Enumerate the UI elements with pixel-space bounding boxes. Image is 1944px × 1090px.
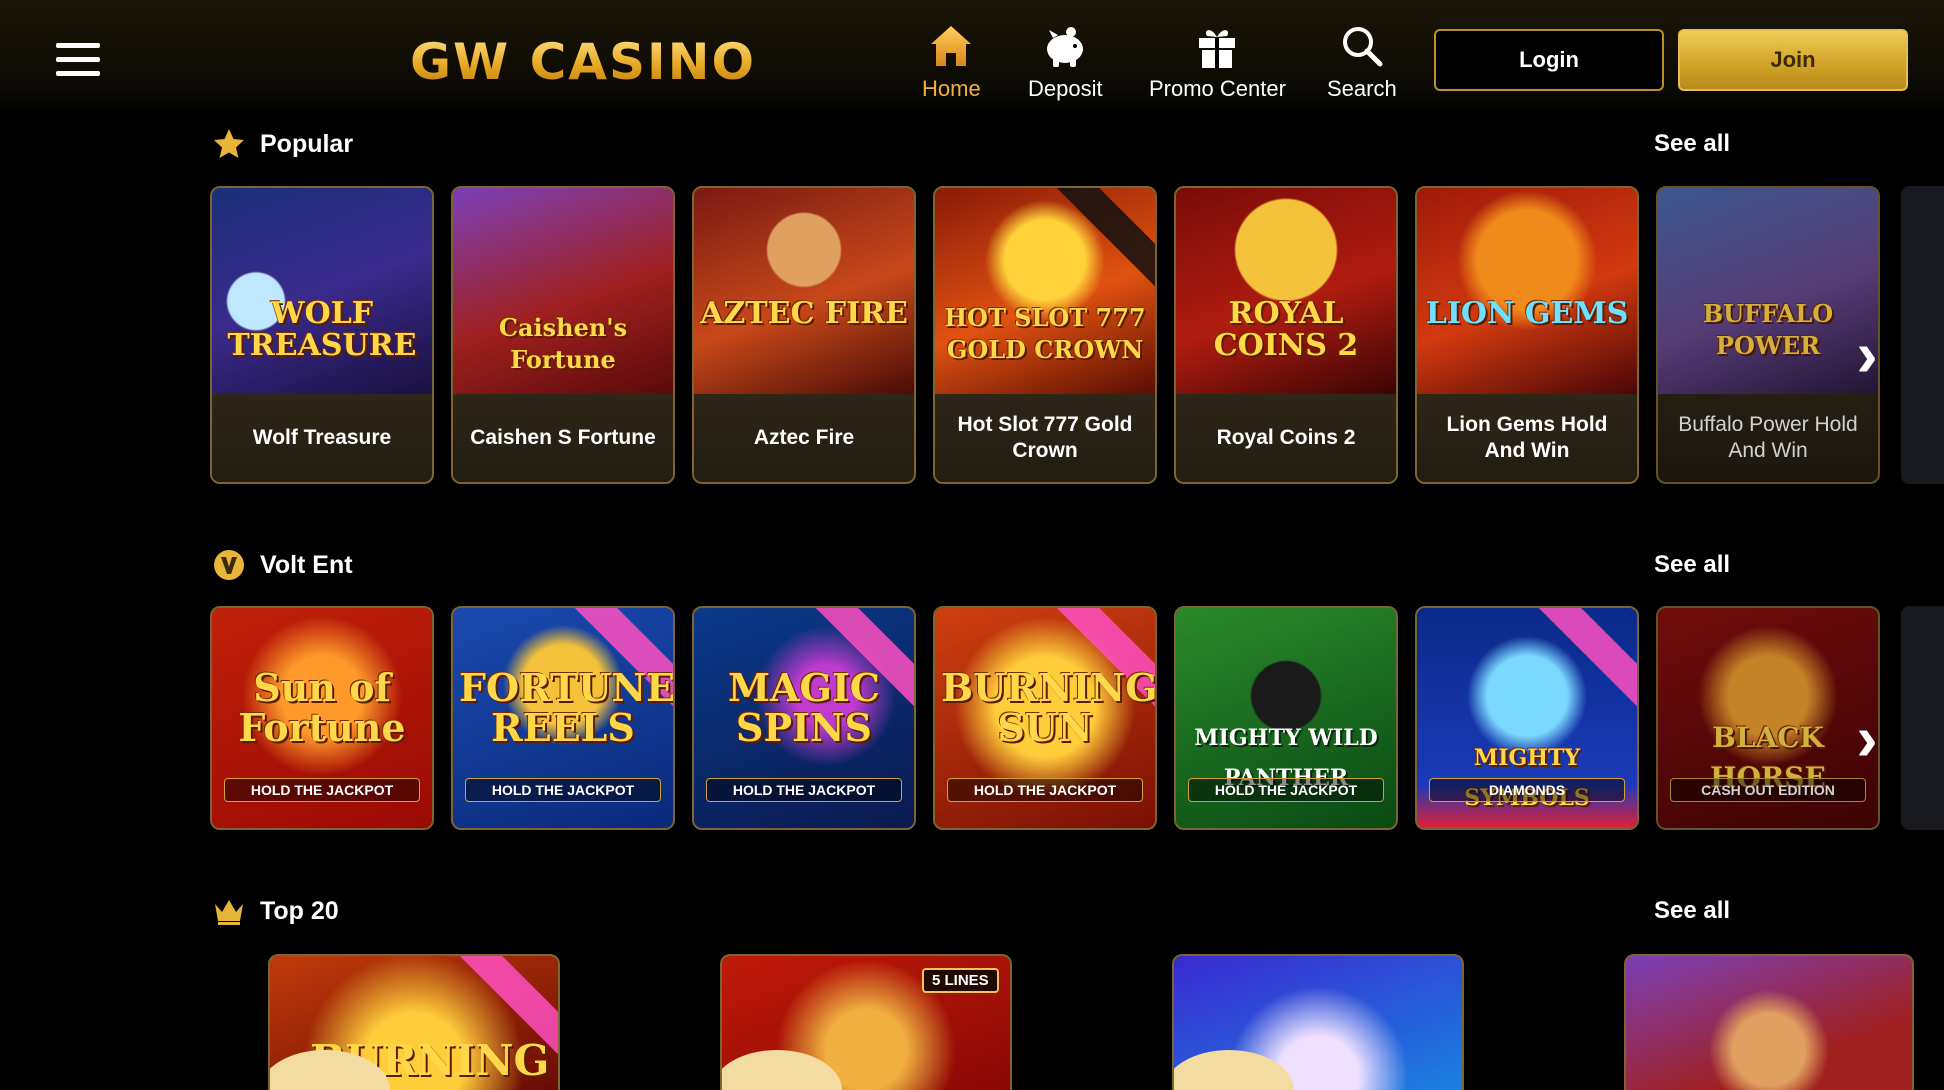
nav-home-label: Home: [922, 76, 981, 101]
game-card-caishen-fortune[interactable]: Caishen's Fortune Caishen S Fortune: [451, 186, 675, 484]
game-subtitle: HOLD THE JACKPOT: [1188, 778, 1384, 802]
crown-icon: [215, 900, 243, 925]
nav-promo-center-label: Promo Center: [1149, 76, 1286, 101]
volt-next-arrow-icon[interactable]: ›: [1848, 698, 1886, 778]
volt-v-icon: [214, 550, 244, 580]
top20-see-all-link[interactable]: See all: [1654, 897, 1730, 925]
popular-section-heading: Popular: [212, 124, 353, 164]
lines-badge: 5 LINES: [922, 968, 999, 993]
game-name: Aztec Fire: [694, 394, 914, 482]
decor-shape: [722, 1050, 842, 1090]
game-art: [212, 188, 432, 394]
join-button[interactable]: Join: [1678, 29, 1908, 91]
game-art-title: Sun of Fortune: [238, 665, 406, 750]
game-subtitle: CASH OUT EDITION: [1670, 778, 1866, 802]
gift-icon: [1199, 30, 1236, 68]
top-game-card-3[interactable]: [1172, 954, 1464, 1090]
top20-section-heading: Top 20: [212, 891, 339, 931]
game-art-title: AZTEC FIRE: [700, 296, 908, 331]
game-art: [1417, 188, 1637, 394]
game-card-magic-spins[interactable]: MAGIC SPINS HOLD THE JACKPOT: [692, 606, 916, 830]
top20-title: Top 20: [260, 896, 339, 925]
game-art-title: Caishen's Fortune: [498, 313, 628, 374]
game-name: Caishen S Fortune: [453, 394, 673, 482]
game-card-hot-slot-777[interactable]: HOT SLOT 777 GOLD CROWN Hot Slot 777 Gol…: [933, 186, 1157, 484]
game-card-lion-gems[interactable]: LION GEMS Lion Gems Hold And Win: [1415, 186, 1639, 484]
game-name: Wolf Treasure: [212, 394, 432, 482]
game-art-title: HOT SLOT 777 GOLD CROWN: [944, 303, 1146, 364]
game-art: [694, 188, 914, 394]
game-art-title: MAGIC SPINS: [727, 665, 881, 750]
login-button[interactable]: Login: [1434, 29, 1664, 91]
nav-deposit[interactable]: Deposit: [1028, 22, 1103, 106]
popular-title: Popular: [260, 129, 354, 158]
game-card-mighty-wild-panther[interactable]: MIGHTY WILD PANTHER HOLD THE JACKPOT: [1174, 606, 1398, 830]
game-art-title: ROYAL COINS 2: [1213, 296, 1359, 363]
game-card-burning-sun[interactable]: BURNING SUN HOLD THE JACKPOT: [933, 606, 1157, 830]
game-art-title: BUFFALO POWER: [1702, 299, 1834, 360]
game-subtitle: HOLD THE JACKPOT: [465, 778, 661, 802]
nav-deposit-label: Deposit: [1028, 76, 1103, 101]
game-art-title: LION GEMS: [1425, 296, 1629, 331]
game-card-royal-coins-2[interactable]: ROYAL COINS 2 Royal Coins 2: [1174, 186, 1398, 484]
game-name: Royal Coins 2: [1176, 394, 1396, 482]
volt-section-heading: Volt Ent: [212, 545, 353, 585]
game-art-title: FORTUNE REELS: [459, 665, 675, 750]
game-name: Hot Slot 777 Gold Crown: [935, 394, 1155, 482]
game-card-buffalo-power[interactable]: BUFFALO POWER Buffalo Power Hold And Win: [1656, 186, 1880, 484]
home-icon: [931, 26, 972, 66]
decor-shape: [1174, 1050, 1294, 1090]
game-art: [1658, 188, 1878, 394]
top-game-card-1[interactable]: BURNING: [268, 954, 560, 1090]
next-card-peek: [1901, 186, 1944, 484]
next-card-peek: [1901, 606, 1944, 830]
top-header: GW CASINO Home Deposit Promo Center Sear…: [0, 0, 1944, 118]
volt-see-all-link[interactable]: See all: [1654, 551, 1730, 579]
popular-next-arrow-icon[interactable]: ›: [1848, 314, 1886, 394]
top-game-card-2[interactable]: 5 LINES: [720, 954, 1012, 1090]
popular-see-all-link[interactable]: See all: [1654, 130, 1730, 158]
nav-home[interactable]: Home: [922, 22, 981, 106]
game-subtitle: DIAMONDS: [1429, 778, 1625, 802]
game-subtitle: HOLD THE JACKPOT: [947, 778, 1143, 802]
game-art: [1176, 188, 1396, 394]
game-card-wolf-treasure[interactable]: WOLF TREASURE Wolf Treasure: [210, 186, 434, 484]
star-icon: [214, 129, 244, 158]
game-name: Buffalo Power Hold And Win: [1658, 394, 1878, 482]
game-art-title: WOLF TREASURE: [227, 296, 417, 363]
game-card-mighty-symbols-diamonds[interactable]: MIGHTY SYMBOLS DIAMONDS: [1415, 606, 1639, 830]
nav-promo-center[interactable]: Promo Center: [1149, 22, 1286, 106]
game-card-fortune-reels[interactable]: FORTUNE REELS HOLD THE JACKPOT: [451, 606, 675, 830]
game-card-sun-of-fortune[interactable]: Sun of Fortune HOLD THE JACKPOT: [210, 606, 434, 830]
casino-logo[interactable]: GW CASINO: [410, 32, 756, 92]
volt-title: Volt Ent: [260, 550, 353, 579]
game-subtitle: HOLD THE JACKPOT: [706, 778, 902, 802]
hamburger-menu-icon[interactable]: [56, 43, 100, 77]
game-art-title: BURNING SUN: [941, 665, 1157, 750]
search-icon: [1342, 27, 1383, 67]
nav-search[interactable]: Search: [1327, 22, 1397, 106]
game-subtitle: HOLD THE JACKPOT: [224, 778, 420, 802]
game-card-black-horse[interactable]: BLACK HORSE CASH OUT EDITION: [1656, 606, 1880, 830]
top-game-card-4[interactable]: [1624, 954, 1914, 1090]
nav-search-label: Search: [1327, 76, 1397, 101]
piggy-bank-icon: [1047, 27, 1084, 67]
game-name: Lion Gems Hold And Win: [1417, 394, 1637, 482]
game-card-aztec-fire[interactable]: AZTEC FIRE Aztec Fire: [692, 186, 916, 484]
